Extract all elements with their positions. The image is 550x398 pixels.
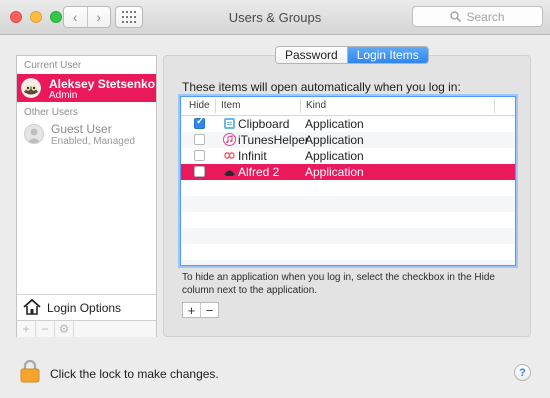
add-remove-controls: + − [182, 302, 219, 318]
column-divider [215, 99, 216, 113]
login-options-label: Login Options [47, 301, 122, 315]
column-header-item[interactable]: Item [221, 100, 240, 111]
remove-login-item-button[interactable]: − [200, 303, 218, 318]
itunes-icon [223, 133, 236, 146]
item-name: Infinit [238, 149, 267, 163]
item-kind: Application [305, 133, 364, 147]
other-users-section-label: Other Users [24, 107, 78, 118]
current-user-role: Admin [49, 90, 78, 101]
table-row[interactable]: Alfred 2 Application [181, 164, 515, 180]
user-item-current[interactable]: Aleksey Stetsenko Admin [17, 74, 156, 102]
hide-checkbox[interactable] [194, 150, 205, 161]
lock-text: Click the lock to make changes. [50, 367, 219, 381]
login-options-item[interactable]: Login Options [17, 294, 156, 321]
table-row[interactable]: Clipboard Application [181, 116, 515, 132]
clipboard-icon [224, 118, 235, 129]
empty-row [181, 196, 515, 212]
item-kind: Application [305, 165, 364, 179]
house-icon [23, 298, 41, 315]
tab-password[interactable]: Password [276, 47, 348, 63]
tab-login-items[interactable]: Login Items [347, 47, 428, 63]
login-items-table[interactable]: Hide Item Kind Clipboard Application iTu… [180, 96, 516, 266]
search-icon [450, 11, 462, 22]
login-items-description: These items will open automatically when… [182, 80, 461, 94]
gear-icon[interactable]: ⚙ [55, 321, 74, 337]
hide-checkbox[interactable] [194, 166, 205, 177]
item-kind: Application [305, 149, 364, 163]
search-field[interactable]: Search [412, 6, 543, 27]
user-item-guest[interactable]: Guest User Enabled, Managed [17, 122, 156, 150]
column-divider [300, 99, 301, 113]
tab-control: Password Login Items [275, 46, 429, 64]
guest-user-name: Guest User [51, 122, 112, 136]
column-header-hide[interactable]: Hide [189, 100, 210, 111]
search-placeholder: Search [466, 9, 505, 24]
remove-user-button[interactable]: − [36, 321, 55, 337]
users-groups-window: ‹ › Users & Groups Search Current User A… [0, 0, 550, 398]
item-name: Alfred 2 [238, 165, 280, 179]
empty-row [181, 260, 515, 265]
guest-avatar-icon [24, 124, 44, 144]
hide-checkbox[interactable] [194, 134, 205, 145]
owl-avatar-icon [21, 78, 41, 98]
table-row[interactable]: Infinit Application [181, 148, 515, 164]
infinit-icon [224, 152, 235, 159]
item-name: iTunesHelper [238, 133, 309, 147]
table-header: Hide Item Kind [181, 97, 515, 116]
column-header-kind[interactable]: Kind [306, 100, 326, 111]
user-list-toolbar: + − ⚙ [17, 320, 156, 337]
title-bar: ‹ › Users & Groups Search [0, 0, 550, 35]
column-divider [494, 99, 495, 113]
current-user-section-label: Current User [24, 60, 82, 71]
user-list: Current User Aleksey Stetsenko Admin Oth… [16, 55, 157, 337]
table-row[interactable]: iTunesHelper Application [181, 132, 515, 148]
current-user-name: Aleksey Stetsenko [49, 77, 156, 91]
add-user-button[interactable]: + [17, 321, 36, 337]
lock-icon[interactable] [20, 359, 40, 383]
empty-row [181, 228, 515, 244]
hide-hint-text: To hide an application when you log in, … [182, 272, 495, 296]
item-name: Clipboard [238, 117, 290, 131]
item-kind: Application [305, 117, 364, 131]
hide-checkbox[interactable] [194, 116, 205, 129]
alfred-icon [224, 170, 235, 176]
add-login-item-button[interactable]: + [183, 303, 200, 318]
guest-user-status: Enabled, Managed [51, 136, 135, 147]
help-button[interactable]: ? [514, 364, 531, 381]
